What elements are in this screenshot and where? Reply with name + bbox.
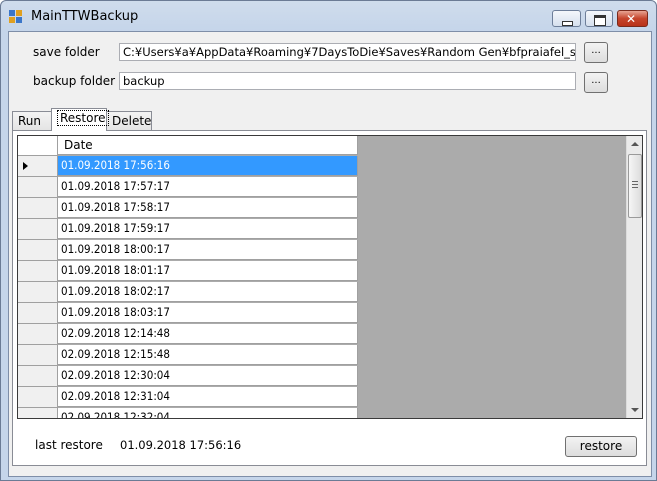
save-folder-browse-button[interactable]: ... xyxy=(584,42,608,63)
table-row[interactable]: 02.09.2018 12:14:48 xyxy=(18,324,358,345)
table-row[interactable]: 01.09.2018 18:03:17 xyxy=(18,303,358,324)
table-row[interactable]: 01.09.2018 18:01:17 xyxy=(18,261,358,282)
date-cell[interactable]: 01.09.2018 18:02:17 xyxy=(58,282,358,302)
date-cell[interactable]: 01.09.2018 17:56:16 xyxy=(58,156,358,176)
current-row-arrow-icon xyxy=(23,162,28,170)
date-cell[interactable]: 01.09.2018 18:03:17 xyxy=(58,303,358,323)
row-header[interactable] xyxy=(18,198,58,219)
scroll-down-icon[interactable] xyxy=(631,408,639,412)
tab-restore[interactable]: Restore xyxy=(51,108,109,131)
save-folder-input[interactable]: C:¥Users¥a¥AppData¥Roaming¥7DaysToDie¥Sa… xyxy=(119,43,576,61)
last-restore-value: 01.09.2018 17:56:16 xyxy=(120,438,242,452)
grid-header: Date xyxy=(18,136,358,156)
backup-list-grid[interactable]: Date 01.09.2018 17:56:16 01.09.2018 17:57… xyxy=(17,135,643,419)
row-header[interactable] xyxy=(18,219,58,240)
scroll-thumb[interactable] xyxy=(628,154,642,218)
row-header[interactable] xyxy=(18,345,58,366)
form-client-area: save folder C:¥Users¥a¥AppData¥Roaming¥7… xyxy=(8,31,652,477)
grid-corner-cell[interactable] xyxy=(18,136,58,156)
minimize-button[interactable] xyxy=(552,10,581,27)
row-header[interactable] xyxy=(18,261,58,282)
tab-run-label: Run xyxy=(18,114,42,128)
window-title: MainTTWBackup xyxy=(31,9,139,24)
row-header[interactable] xyxy=(18,282,58,303)
maximize-button[interactable] xyxy=(585,10,613,27)
row-header[interactable] xyxy=(18,408,58,418)
table-row[interactable]: 02.09.2018 12:15:48 xyxy=(18,345,358,366)
row-header[interactable] xyxy=(18,240,58,261)
table-row[interactable]: 02.09.2018 12:30:04 xyxy=(18,366,358,387)
date-cell[interactable]: 02.09.2018 12:30:04 xyxy=(58,366,358,386)
table-row[interactable]: 01.09.2018 18:00:17 xyxy=(18,240,358,261)
row-header[interactable] xyxy=(18,387,58,408)
restore-button[interactable]: restore xyxy=(565,436,637,457)
table-row[interactable]: 01.09.2018 17:59:17 xyxy=(18,219,358,240)
title-bar[interactable]: MainTTWBackup ✕ xyxy=(1,1,656,31)
date-cell[interactable]: 02.09.2018 12:14:48 xyxy=(58,324,358,344)
close-button[interactable]: ✕ xyxy=(617,10,648,27)
backup-folder-label: backup folder xyxy=(33,74,116,88)
date-cell[interactable]: 01.09.2018 18:00:17 xyxy=(58,240,358,260)
date-column-header[interactable]: Date xyxy=(58,136,358,155)
row-header[interactable] xyxy=(18,303,58,324)
date-cell[interactable]: 01.09.2018 17:58:17 xyxy=(58,198,358,218)
table-row[interactable]: 01.09.2018 17:58:17 xyxy=(18,198,358,219)
row-header[interactable] xyxy=(18,324,58,345)
table-row[interactable]: 01.09.2018 18:02:17 xyxy=(18,282,358,303)
backup-folder-input[interactable]: backup xyxy=(119,72,576,90)
date-cell[interactable]: 01.09.2018 17:59:17 xyxy=(58,219,358,239)
date-cell[interactable]: 02.09.2018 12:31:04 xyxy=(58,387,358,407)
tab-delete-label: Delete xyxy=(112,114,152,128)
row-header[interactable] xyxy=(18,156,58,177)
table-row[interactable]: 01.09.2018 17:57:17 xyxy=(18,177,358,198)
scroll-up-icon[interactable] xyxy=(631,142,639,146)
table-row[interactable]: 02.09.2018 12:31:04 xyxy=(18,387,358,408)
last-restore-label: last restore xyxy=(35,438,103,452)
backup-folder-browse-button[interactable]: ... xyxy=(584,72,608,93)
close-icon: ✕ xyxy=(626,12,637,26)
date-cell[interactable]: 01.09.2018 17:57:17 xyxy=(58,177,358,197)
table-row[interactable]: 01.09.2018 17:56:16 xyxy=(18,156,358,177)
row-header[interactable] xyxy=(18,366,58,387)
table-row[interactable]: 02.09.2018 12:32:04 xyxy=(18,408,358,418)
date-cell[interactable]: 01.09.2018 18:01:17 xyxy=(58,261,358,281)
date-cell[interactable]: 02.09.2018 12:32:04 xyxy=(58,408,358,418)
main-window: MainTTWBackup ✕ save folder C:¥Users¥a¥A… xyxy=(0,0,657,481)
app-icon xyxy=(9,10,23,24)
save-folder-label: save folder xyxy=(33,45,100,59)
tab-run[interactable]: Run xyxy=(12,111,52,130)
tab-restore-label: Restore xyxy=(57,110,109,126)
vertical-scrollbar[interactable] xyxy=(626,136,642,418)
row-header[interactable] xyxy=(18,177,58,198)
date-cell[interactable]: 02.09.2018 12:15:48 xyxy=(58,345,358,365)
tab-delete[interactable]: Delete xyxy=(106,111,152,130)
